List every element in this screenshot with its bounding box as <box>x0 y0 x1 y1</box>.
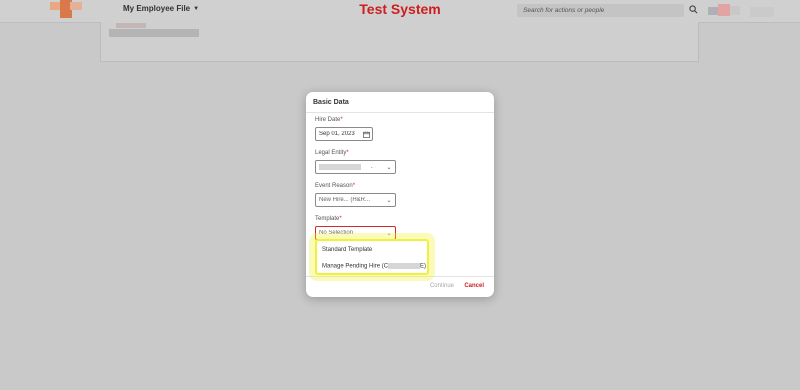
employee-header-card <box>100 22 699 62</box>
event-reason-select[interactable]: New Hire... (H&R... ⌄ <box>315 193 396 207</box>
module-menu[interactable]: My Employee File ▼ <box>123 4 199 13</box>
legal-entity-value: . <box>371 164 373 170</box>
event-reason-label: Event Reason* <box>315 183 356 189</box>
continue-button[interactable]: Continue <box>430 283 454 289</box>
calendar-icon[interactable] <box>360 128 372 140</box>
redacted-value <box>319 164 361 170</box>
chevron-down-icon[interactable]: ⌄ <box>383 194 395 206</box>
redacted-text <box>116 23 146 28</box>
company-logo[interactable] <box>50 0 82 20</box>
module-label: My Employee File <box>123 4 191 13</box>
event-reason-value: New Hire... (H&R... <box>319 197 371 203</box>
template-label: Template* <box>315 216 342 222</box>
legal-entity-select[interactable]: . ⌄ <box>315 160 396 174</box>
chevron-down-icon[interactable]: ⌄ <box>383 161 395 173</box>
avatar[interactable] <box>708 4 774 17</box>
template-select[interactable]: No Selection ⌄ <box>315 226 396 240</box>
dialog-footer: Continue Cancel <box>306 276 494 297</box>
template-value: No Selection <box>319 230 354 236</box>
dialog-header: Basic Data <box>306 92 494 113</box>
hire-date-value: Sep 01, 2023 <box>319 131 355 137</box>
legal-entity-label: Legal Entity* <box>315 150 349 156</box>
chevron-down-icon[interactable]: ⌄ <box>383 227 395 239</box>
cancel-button[interactable]: Cancel <box>464 283 484 289</box>
list-item-standard-template[interactable]: Standard Template <box>322 247 372 253</box>
search-input[interactable] <box>517 4 684 17</box>
dialog-title: Basic Data <box>313 98 349 106</box>
template-options-list: Standard Template Manage Pending Hire (C… <box>315 239 429 275</box>
hire-date-field[interactable]: Sep 01, 2023 <box>315 127 373 141</box>
redacted-employee-name <box>109 29 199 37</box>
list-item-manage-pending-hire[interactable]: Manage Pending Hire (C E) <box>322 263 426 270</box>
chevron-down-icon: ▼ <box>193 5 200 12</box>
search-icon[interactable] <box>689 5 698 14</box>
shell-bar: My Employee File ▼ Test System <box>0 0 800 23</box>
redacted-text <box>388 263 421 269</box>
hire-date-label: Hire Date* <box>315 117 343 123</box>
